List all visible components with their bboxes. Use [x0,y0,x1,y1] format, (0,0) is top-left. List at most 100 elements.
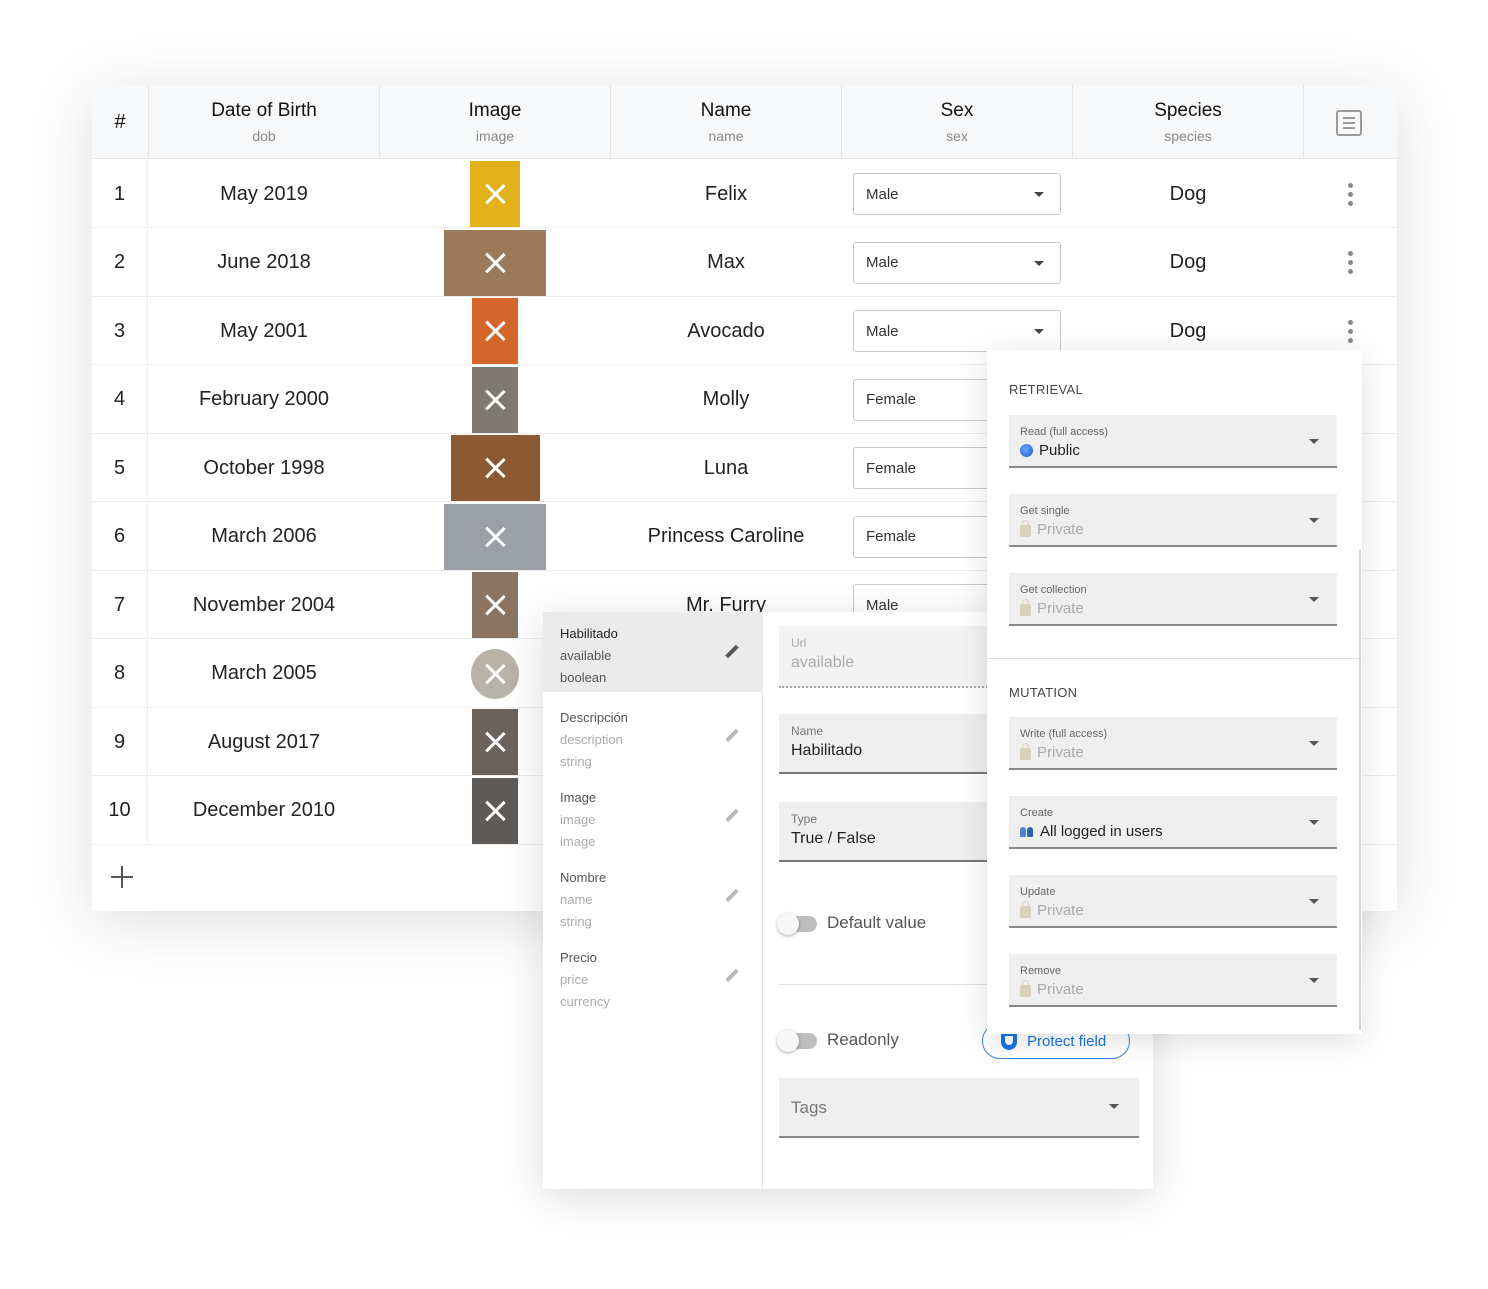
property-item[interactable]: Habilitado available boolean [543,612,763,692]
permission-select[interactable]: Update Private [1009,875,1337,928]
property-item[interactable]: Descripción description string [543,696,763,776]
tags-select[interactable]: Tags [779,1078,1139,1138]
remove-image-icon[interactable] [484,800,506,822]
dob-cell[interactable]: June 2018 [149,229,379,297]
name-cell[interactable]: Avocado [611,297,841,365]
species-cell[interactable]: Dog [1073,160,1303,228]
more-vert-icon[interactable] [1347,182,1354,206]
image-cell[interactable] [380,503,610,571]
name-cell[interactable]: Molly [611,366,841,434]
property-type: string [560,914,592,929]
edit-icon[interactable] [725,645,739,659]
permission-label: Get collection [1020,584,1087,596]
chevron-down-icon [1309,741,1319,746]
image-cell[interactable] [380,434,610,502]
image-cell[interactable] [380,297,610,365]
edit-icon[interactable] [725,969,739,983]
permission-select[interactable]: Write (full access) Private [1009,717,1337,770]
pet-thumbnail[interactable] [472,572,518,638]
name-cell[interactable]: Max [611,229,841,297]
property-item[interactable]: Image image image [543,776,763,856]
column-header-species[interactable]: Species species [1073,85,1304,159]
permission-select[interactable]: Read (full access) Public [1009,415,1337,468]
pet-thumbnail[interactable] [471,648,519,699]
pet-thumbnail[interactable] [472,366,518,433]
column-header-image[interactable]: Image image [380,85,611,159]
name-cell[interactable]: Princess Caroline [611,503,841,571]
scrollbar[interactable] [1359,550,1361,1030]
dob-cell[interactable]: February 2000 [149,366,379,434]
remove-image-icon[interactable] [484,389,506,411]
column-header-name[interactable]: Name name [611,85,842,159]
dob-cell[interactable]: December 2010 [149,777,379,845]
more-vert-icon[interactable] [1347,251,1354,274]
dob-cell[interactable]: May 2001 [149,297,379,365]
pet-thumbnail[interactable] [444,503,546,570]
pet-thumbnail[interactable] [450,435,540,501]
permission-select[interactable]: Remove Private [1009,954,1337,1007]
remove-image-icon[interactable] [484,183,506,205]
pet-thumbnail[interactable] [472,777,518,844]
permission-select[interactable]: Create All logged in users [1009,796,1337,849]
name-cell[interactable]: Felix [611,160,841,228]
edit-icon[interactable] [725,729,739,743]
sex-select[interactable]: Male [853,173,1061,215]
more-vert-icon[interactable] [1347,319,1354,343]
table-row[interactable]: 1 May 2019 Felix Male Dog [92,160,1397,228]
row-index: 4 [92,365,148,434]
pet-thumbnail[interactable] [472,709,518,775]
lock-icon [1020,519,1031,537]
table-row[interactable]: 2 June 2018 Max Male Dog [92,228,1397,297]
row-menu[interactable] [1304,229,1397,297]
remove-image-icon[interactable] [484,320,506,342]
chevron-down-icon [1309,518,1319,523]
dob-cell[interactable]: November 2004 [149,571,379,639]
sex-cell: Male [842,229,1072,297]
shield-icon [1001,1032,1017,1050]
edit-icon[interactable] [725,809,739,823]
permission-select[interactable]: Get single Private [1009,494,1337,547]
remove-image-icon[interactable] [484,252,506,274]
pet-thumbnail[interactable] [472,298,518,364]
image-cell[interactable] [380,229,610,297]
chevron-down-icon [1109,1104,1119,1109]
section-divider [987,658,1362,659]
property-item[interactable]: Nombre name string [543,856,763,936]
readonly-toggle[interactable] [777,1030,817,1052]
row-index: 6 [92,502,148,571]
default-value-toggle[interactable] [777,913,817,935]
sex-select[interactable]: Male [853,241,1061,284]
permission-value: Private [1037,521,1084,538]
dob-cell[interactable]: May 2019 [149,160,379,228]
remove-image-icon[interactable] [484,526,506,548]
remove-image-icon[interactable] [484,457,506,479]
dob-cell[interactable]: August 2017 [149,708,379,776]
add-row-icon[interactable] [110,865,134,889]
species-cell[interactable]: Dog [1073,229,1303,297]
column-header-sex[interactable]: Sex sex [842,85,1073,159]
remove-image-icon[interactable] [484,731,506,753]
remove-image-icon[interactable] [484,663,506,685]
dob-cell[interactable]: March 2005 [149,640,379,708]
dob-cell[interactable]: October 1998 [149,434,379,502]
row-index: 3 [92,297,148,365]
image-cell[interactable] [380,160,610,228]
retrieval-section-title: RETRIEVAL [1009,382,1083,397]
remove-image-icon[interactable] [484,594,506,616]
column-header-dob[interactable]: Date of Birth dob [149,85,380,159]
property-title: Descripción [560,710,628,725]
permission-select[interactable]: Get collection Private [1009,573,1337,626]
mutation-section-title: MUTATION [1009,685,1078,700]
pet-thumbnail[interactable] [444,229,546,296]
row-menu[interactable] [1304,160,1397,228]
pet-thumbnail[interactable] [470,161,520,227]
image-cell[interactable] [380,366,610,434]
edit-icon[interactable] [725,889,739,903]
property-item[interactable]: Precio price currency [543,936,763,1016]
dob-cell[interactable]: March 2006 [149,503,379,571]
name-cell[interactable]: Luna [611,434,841,502]
columns-settings-icon[interactable] [1336,110,1362,136]
sex-select[interactable]: Male [853,310,1061,352]
users-icon [1020,826,1034,837]
property-type: boolean [560,670,607,685]
